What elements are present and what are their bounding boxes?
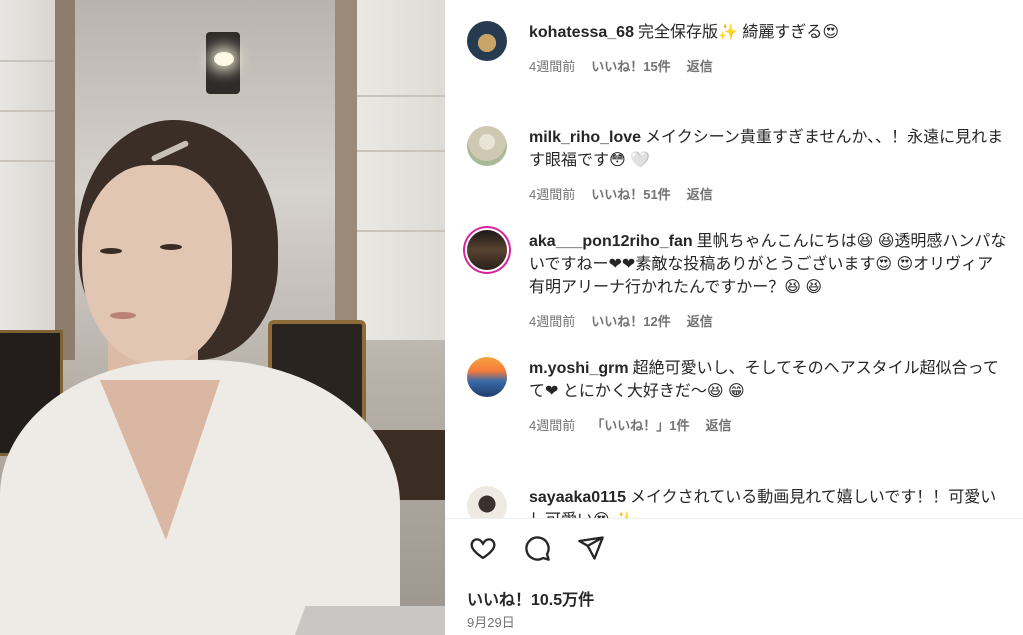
blind-slat xyxy=(0,160,55,162)
comment-likes[interactable]: 「いいね！」1件 xyxy=(591,415,689,434)
comment-likes[interactable]: いいね！15件 xyxy=(591,56,670,75)
wall-pillar xyxy=(55,0,75,360)
comment-username[interactable]: kohatessa_68 xyxy=(529,24,634,41)
comment-list[interactable]: kohatessa_68 完全保存版✨ 綺麗すぎる😍 4週間前 いいね！15件 返… xyxy=(445,0,1023,518)
comment-meta: 4週間前 「いいね！」1件 返信 xyxy=(529,415,1009,434)
comment-meta: 4週間前 いいね！51件 返信 xyxy=(529,184,1009,203)
like-button[interactable] xyxy=(467,534,499,566)
post-sidebar: kohatessa_68 完全保存版✨ 綺麗すぎる😍 4週間前 いいね！15件 返… xyxy=(445,0,1023,635)
person-face xyxy=(82,165,232,365)
reply-button[interactable]: 返信 xyxy=(687,184,713,203)
post-actions xyxy=(467,534,607,566)
comment-username[interactable]: m.yoshi_grm xyxy=(529,360,629,377)
comment-text: 完全保存版✨ 綺麗すぎる😍 xyxy=(637,24,840,41)
person-eye xyxy=(160,244,182,250)
comment-likes[interactable]: いいね！12件 xyxy=(591,311,670,330)
laptop xyxy=(294,606,445,635)
post-date[interactable]: 9月29日 xyxy=(467,612,515,631)
comment-username[interactable]: milk_riho_love xyxy=(529,129,641,146)
paper-plane-icon xyxy=(577,534,605,567)
comment-username[interactable]: aka___pon12riho_fan xyxy=(529,233,693,250)
avatar[interactable] xyxy=(467,21,507,61)
comment-button[interactable] xyxy=(521,534,553,566)
comment-time[interactable]: 4週間前 xyxy=(529,311,575,330)
comment-bubble-icon xyxy=(523,534,551,567)
reply-button[interactable]: 返信 xyxy=(687,311,713,330)
window-left xyxy=(0,0,55,340)
comment-text-line: sayaaka0115メイクされている動画見れて嬉しいです！！可愛いし可愛い😍 … xyxy=(529,486,1009,518)
comment-time[interactable]: 4週間前 xyxy=(529,56,575,75)
lamp-light xyxy=(214,52,234,66)
comment-text-line: kohatessa_68 完全保存版✨ 綺麗すぎる😍 xyxy=(529,21,1009,44)
comment-body: m.yoshi_grm 超絶可愛いし、そしてそのヘアスタイル超似合ってて❤ とにか… xyxy=(529,357,1009,434)
comment-username[interactable]: sayaaka0115 xyxy=(529,489,626,506)
avatar[interactable] xyxy=(467,230,507,270)
avatar[interactable] xyxy=(467,357,507,397)
blind-slat xyxy=(0,110,55,112)
post-media[interactable] xyxy=(0,0,445,635)
blind-slat xyxy=(0,60,55,62)
comment-text-line: m.yoshi_grm 超絶可愛いし、そしてそのヘアスタイル超似合ってて❤ とにか… xyxy=(529,357,1009,403)
comment-body: aka___pon12riho_fan 里帆ちゃんこんにちは😆 😆透明感ハンパない… xyxy=(529,230,1009,330)
share-button[interactable] xyxy=(575,534,607,566)
blind-slat xyxy=(355,95,445,97)
avatar[interactable] xyxy=(467,126,507,166)
comment-body: milk_riho_love メイクシーン貴重すぎませんか、、！永遠に見れます眼福… xyxy=(529,126,1009,203)
blind-slat xyxy=(355,150,445,152)
wall-pillar xyxy=(335,0,357,360)
post-likes-count[interactable]: いいね！10.5万件 xyxy=(467,586,594,610)
person-mouth xyxy=(110,312,136,319)
comment-body: kohatessa_68 完全保存版✨ 綺麗すぎる😍 4週間前 いいね！15件 返… xyxy=(529,21,1009,75)
section-divider xyxy=(445,518,1023,519)
comment-meta: 4週間前 いいね！12件 返信 xyxy=(529,311,1009,330)
reply-button[interactable]: 返信 xyxy=(687,56,713,75)
comment-body: sayaaka0115メイクされている動画見れて嬉しいです！！可愛いし可愛い😍 … xyxy=(529,486,1009,518)
comment-text-line: aka___pon12riho_fan 里帆ちゃんこんにちは😆 😆透明感ハンパない… xyxy=(529,230,1009,299)
avatar[interactable] xyxy=(467,486,507,518)
comment-time[interactable]: 4週間前 xyxy=(529,415,575,434)
reply-button[interactable]: 返信 xyxy=(705,415,731,434)
comment-likes[interactable]: いいね！51件 xyxy=(591,184,670,203)
comment-time[interactable]: 4週間前 xyxy=(529,184,575,203)
blind-slat xyxy=(355,230,445,232)
person-eye xyxy=(100,248,122,254)
heart-outline-icon xyxy=(469,534,497,567)
comment-meta: 4週間前 いいね！15件 返信 xyxy=(529,56,1009,75)
comment-text-line: milk_riho_love メイクシーン貴重すぎませんか、、！永遠に見れます眼福… xyxy=(529,126,1009,172)
window-right xyxy=(355,0,445,340)
